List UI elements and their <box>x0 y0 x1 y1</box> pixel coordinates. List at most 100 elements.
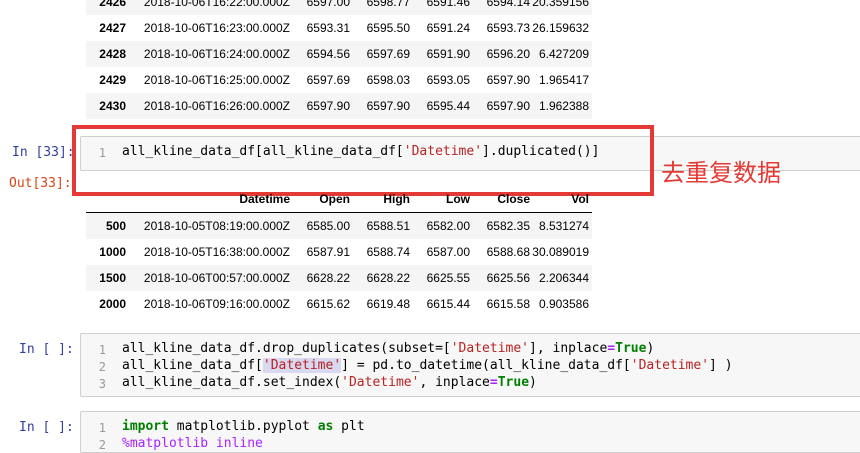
cell-dedup-in-prompt: In [ ]: <box>19 342 74 357</box>
table-cell-low: 6591.46 <box>426 0 470 9</box>
table-cell-open: 6597.90 <box>306 99 350 113</box>
row-index: 1500 <box>99 271 126 285</box>
code-segment: plt <box>333 419 365 434</box>
table-cell-high: 6595.50 <box>366 21 410 35</box>
code-segment: matplotlib.pyplot <box>168 419 318 434</box>
cell-import-in-prompt: In [ ]: <box>19 420 74 435</box>
table-cell-open: 6597.00 <box>306 0 350 9</box>
table-row: 500 2018-10-05T08:19:00.000Z 6585.00 6588.5… <box>86 212 592 239</box>
import-code-line-1[interactable]: import matplotlib.pyplot as plt <box>122 419 365 434</box>
table-cell-open: 6593.31 <box>306 21 350 35</box>
out33-output-area: Datetime Open High Low Close Vol 500 2018… <box>86 186 592 317</box>
table-cell-vol: 8.531274 <box>538 219 589 233</box>
table-cell-high: 6598.03 <box>366 73 410 87</box>
table-cell-datetime: 2018-10-06T16:25:00.000Z <box>143 73 290 87</box>
table-header-low: Low <box>446 192 470 206</box>
line-number: 2 <box>98 438 106 452</box>
table-row: 2429 2018-10-06T16:25:00.000Z 6597.69 6598.… <box>86 67 592 93</box>
code-segment: all_kline_data_df[ <box>122 358 263 373</box>
table-row: 1500 2018-10-06T00:57:00.000Z 6628.22 6628.… <box>86 265 592 291</box>
table-header-datetime: Datetime <box>239 192 290 206</box>
table-cell-open: 6594.56 <box>306 47 350 61</box>
table-cell-vol: 20.359156 <box>532 0 589 9</box>
table-cell-vol: 1.965417 <box>538 73 589 87</box>
code-string: 'Datetime' <box>341 375 420 390</box>
table-header-high: High <box>383 192 410 206</box>
line-number: 2 <box>98 360 106 374</box>
table-cell-low: 6625.55 <box>426 271 470 285</box>
line-number: 1 <box>98 343 106 357</box>
annotation-text: 去重复数据 <box>661 159 781 187</box>
table-cell-close: 6588.68 <box>486 245 530 259</box>
code-string-highlighted: 'Datetime' <box>262 358 342 373</box>
table-cell-low: 6587.00 <box>426 245 470 259</box>
table-cell-high: 6588.74 <box>366 245 410 259</box>
code-line-1[interactable]: all_kline_data_df.drop_duplicates(subset… <box>122 341 654 356</box>
table-cell-open: 6587.91 <box>306 245 350 259</box>
table-cell-vol: 0.903586 <box>538 297 589 311</box>
table-cell-open: 6628.22 <box>306 271 350 285</box>
code-segment: ], inplace <box>529 341 608 356</box>
top-dataframe-table: 2426 2018-10-06T16:22:00.000Z 6597.00 6598.… <box>86 0 592 119</box>
code-string: 'Datetime' <box>450 341 530 356</box>
code-keyword: True <box>615 341 647 356</box>
table-cell-datetime: 2018-10-05T08:19:00.000Z <box>143 219 290 233</box>
table-cell-close: 6625.56 <box>486 271 530 285</box>
table-cell-high: 6597.69 <box>366 47 410 61</box>
top-output-area: 2426 2018-10-06T16:22:00.000Z 6597.00 6598.… <box>86 0 592 119</box>
table-cell-datetime: 2018-10-06T00:57:00.000Z <box>143 271 290 285</box>
line-number: 3 <box>98 377 106 391</box>
row-index: 2430 <box>99 99 126 113</box>
table-cell-close: 6615.58 <box>486 297 530 311</box>
code-segment: all_kline_data_df.set_index( <box>122 375 342 390</box>
table-header-close: Close <box>497 192 530 206</box>
table-cell-datetime: 2018-10-05T16:38:00.000Z <box>143 245 290 259</box>
import-code-line-2[interactable]: %matplotlib inline <box>122 436 263 451</box>
cell33-out-prompt: Out[33]: <box>9 176 72 191</box>
code-segment: ) <box>646 341 655 356</box>
table-cell-datetime: 2018-10-06T16:26:00.000Z <box>143 99 290 113</box>
table-cell-vol: 6.427209 <box>538 47 589 61</box>
table-cell-close: 6597.90 <box>486 73 530 87</box>
table-cell-vol: 30.089019 <box>532 245 589 259</box>
row-index: 2426 <box>99 0 126 9</box>
table-cell-low: 6615.44 <box>426 297 470 311</box>
table-cell-vol: 26.159632 <box>532 21 589 35</box>
cell33-in-prompt: In [33]: <box>12 145 75 160</box>
code-line-2[interactable]: all_kline_data_df['Datetime'] = pd.to_da… <box>122 358 733 373</box>
row-index: 2428 <box>99 47 126 61</box>
code-segment: ) <box>529 375 537 390</box>
row-index: 500 <box>105 219 126 233</box>
table-cell-low: 6595.44 <box>426 99 470 113</box>
code-segment: ] = pd.to_datetime(all_kline_data_df[ <box>341 358 631 373</box>
table-row: 2427 2018-10-06T16:23:00.000Z 6593.31 6595.… <box>86 15 592 41</box>
code-keyword: as <box>317 419 334 434</box>
table-cell-datetime: 2018-10-06T16:22:00.000Z <box>143 0 290 9</box>
table-header-vol: Vol <box>571 192 589 206</box>
table-cell-high: 6628.22 <box>366 271 410 285</box>
table-cell-low: 6591.24 <box>426 21 470 35</box>
table-cell-high: 6598.77 <box>366 0 410 9</box>
table-cell-high: 6588.51 <box>366 219 410 233</box>
code-keyword: True <box>497 375 530 390</box>
code-operator: = <box>607 341 616 356</box>
table-cell-datetime: 2018-10-06T16:24:00.000Z <box>143 47 290 61</box>
code-string: 'Datetime' <box>630 358 710 373</box>
table-row: 1000 2018-10-05T16:38:00.000Z 6587.91 6588.… <box>86 239 592 265</box>
row-index: 1000 <box>99 245 126 259</box>
row-index: 2427 <box>99 21 126 35</box>
table-cell-datetime: 2018-10-06T09:16:00.000Z <box>143 297 290 311</box>
table-cell-close: 6593.73 <box>486 21 530 35</box>
table-cell-open: 6615.62 <box>306 297 350 311</box>
row-index: 2000 <box>99 297 126 311</box>
table-cell-low: 6593.05 <box>426 73 470 87</box>
code-segment: , inplace <box>419 375 490 390</box>
table-cell-low: 6582.00 <box>426 219 470 233</box>
table-row: 2430 2018-10-06T16:26:00.000Z 6597.90 6597.… <box>86 93 592 119</box>
table-cell-datetime: 2018-10-06T16:23:00.000Z <box>143 21 290 35</box>
table-header-index <box>86 186 126 213</box>
table-cell-open: 6585.00 <box>306 219 350 233</box>
table-cell-low: 6591.90 <box>426 47 470 61</box>
code-line-3[interactable]: all_kline_data_df.set_index('Datetime', … <box>122 375 537 390</box>
table-cell-open: 6597.69 <box>306 73 350 87</box>
